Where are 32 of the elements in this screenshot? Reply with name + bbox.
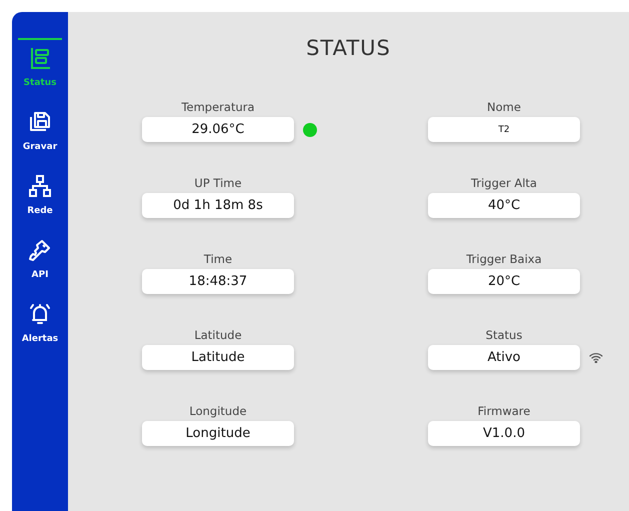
field-label: Temperatura [181, 100, 255, 114]
field-label: Status [486, 328, 522, 342]
nav-item[interactable]: API [18, 230, 62, 280]
nav-item[interactable]: Gravar [18, 102, 62, 152]
value-box: 0d 1h 18m 8s [142, 193, 294, 218]
nav-item[interactable]: Rede [18, 166, 62, 216]
field-label: UP Time [194, 176, 242, 190]
value-box: Latitude [142, 345, 294, 370]
bell-icon [28, 302, 52, 326]
nav-item[interactable]: Status [18, 38, 62, 88]
layout-icon [28, 46, 52, 70]
field-label: Firmware [478, 404, 530, 418]
field-label: Latitude [194, 328, 242, 342]
field-label: Trigger Baixa [466, 252, 542, 266]
value-box: 29.06°C [142, 117, 294, 142]
value-box: Ativo [428, 345, 580, 370]
save-icon [28, 110, 52, 134]
value-box: 18:48:37 [142, 269, 294, 294]
network-icon [28, 174, 52, 198]
field-label: Trigger Alta [471, 176, 537, 190]
field-label: Time [204, 252, 232, 266]
field-label: Longitude [189, 404, 247, 418]
value-box: 40°C [428, 193, 580, 218]
field-label: Nome [487, 100, 521, 114]
value-box: T2 [428, 117, 580, 142]
page-title: STATUS [305, 36, 392, 60]
wifi-icon [589, 352, 603, 363]
value-box: Longitude [142, 421, 294, 446]
key-icon [28, 238, 52, 262]
value-box: V1.0.0 [428, 421, 580, 446]
nav-item[interactable]: Alertas [18, 294, 62, 344]
value-box: 20°C [428, 269, 580, 294]
